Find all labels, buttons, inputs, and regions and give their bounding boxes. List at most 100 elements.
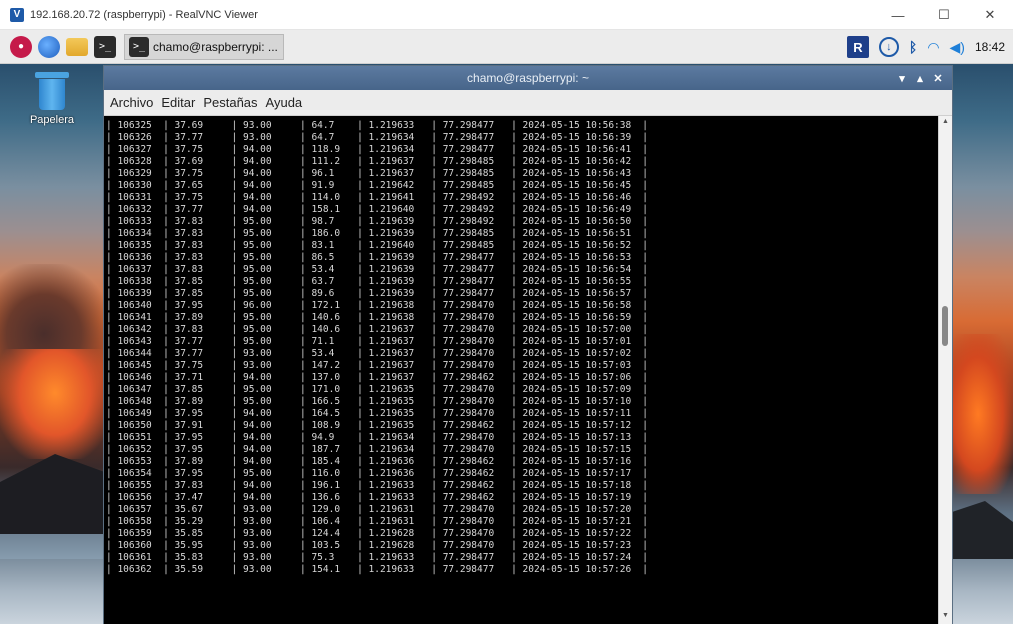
terminal-cell: 95.00 [242,324,272,335]
realvnc-server-icon[interactable]: R [846,36,869,58]
terminal-cell: 93.00 [242,552,272,563]
terminal-cell: 95.00 [242,312,272,323]
terminal-row: | 106325 | 37.69 | 93.00 | 64.7 | 1.2196… [106,120,648,131]
terminal-cell: 1.219636 [368,456,415,467]
close-button[interactable]: ✕ [967,0,1013,30]
scroll-up-arrow-icon[interactable]: ▲ [939,118,952,128]
menu-archivo[interactable]: Archivo [110,95,153,110]
terminal-row: | 106341 | 37.89 | 95.00 | 140.6 | 1.219… [106,312,648,323]
terminal-cell: 77.298485 [442,228,495,239]
terminal-row: | 106348 | 37.89 | 95.00 | 166.5 | 1.219… [106,396,648,407]
terminal-row: | 106359 | 35.85 | 93.00 | 124.4 | 1.219… [106,528,648,539]
terminal-cell: 94.00 [242,480,272,491]
terminal-row: | 106333 | 37.83 | 95.00 | 98.7 | 1.2196… [106,216,648,227]
wallpaper-mountain-right [943,501,1013,564]
minimize-button[interactable]: — [875,0,921,30]
terminal-cell: 186.0 [311,228,341,239]
terminal-cell: 1.219635 [368,408,415,419]
terminal-cell: 158.1 [311,204,341,215]
terminal-cell: 95.00 [242,228,272,239]
terminal-cell: 2024-05-15 10:57:06 [522,372,632,383]
terminal-cell: 63.7 [311,276,335,287]
menu-ayuda[interactable]: Ayuda [266,95,303,110]
terminal-cell: 106334 [117,228,152,239]
terminal-cell: 106342 [117,324,152,335]
terminal-cell: 64.7 [311,132,335,143]
terminal-cell: 37.47 [174,492,204,503]
terminal-cell: 106328 [117,156,152,167]
terminal-cell: 37.75 [174,360,204,371]
terminal-cell: 94.00 [242,444,272,455]
terminal-cell: 95.00 [242,288,272,299]
terminal-cell: 77.298470 [442,516,495,527]
maximize-button[interactable]: ☐ [921,0,967,30]
scrollbar-thumb[interactable] [942,306,948,346]
terminal-cell: 89.6 [311,288,335,299]
terminal-cell: 95.00 [242,384,272,395]
terminal-row: | 106344 | 37.77 | 93.00 | 53.4 | 1.2196… [106,348,648,359]
updates-icon[interactable]: ↓ [878,37,899,57]
terminal-row: | 106327 | 37.75 | 94.00 | 118.9 | 1.219… [106,144,648,155]
terminal-cell: 106355 [117,480,152,491]
terminal-cell: 1.219633 [368,492,415,503]
terminal-cell: 2024-05-15 10:57:17 [522,468,632,479]
terminal-close-button[interactable]: ✕ [930,72,946,85]
terminal-cell: 77.298485 [442,156,495,167]
terminal-cell: 77.298477 [442,288,495,299]
desktop-icon-trash[interactable]: Papelera [22,72,82,126]
terminal-cell: 77.298492 [442,216,495,227]
terminal-cell: 2024-05-15 10:57:19 [522,492,632,503]
terminal-cell: 37.89 [174,312,204,323]
menu-editar[interactable]: Editar [161,95,195,110]
terminal-launcher-icon[interactable]: >_ [94,35,116,58]
terminal-cell: 2024-05-15 10:57:15 [522,444,632,455]
terminal-cell: 37.75 [174,168,204,179]
terminal-cell: 2024-05-15 10:57:01 [522,336,632,347]
terminal-cell: 77.298485 [442,180,495,191]
scroll-down-arrow-icon[interactable]: ▼ [939,612,952,622]
web-browser-icon[interactable] [38,35,60,58]
terminal-cell: 37.83 [174,240,204,251]
terminal-cell: 37.83 [174,324,204,335]
terminal-cell: 106341 [117,312,152,323]
bluetooth-icon[interactable]: ᛒ [909,39,917,55]
taskbar-terminal-task[interactable]: >_ chamo@raspberrypi: ... [124,33,284,60]
terminal-row: | 106360 | 35.95 | 93.00 | 103.5 | 1.219… [106,540,648,551]
file-manager-icon[interactable] [66,37,88,56]
terminal-minimize-button[interactable]: ▾ [894,72,910,85]
terminal-cell: 106326 [117,132,152,143]
terminal-output[interactable]: | 106325 | 37.69 | 93.00 | 64.7 | 1.2196… [104,116,940,624]
menu-pestanas[interactable]: Pestañas [203,95,257,110]
terminal-maximize-button[interactable]: ▴ [912,72,928,85]
wifi-icon[interactable]: ◠ [927,39,939,56]
terminal-cell: 77.298462 [442,372,495,383]
terminal-cell: 37.69 [174,120,204,131]
terminal-cell: 2024-05-15 10:56:54 [522,264,632,275]
terminal-cell: 1.219634 [368,432,415,443]
volume-icon[interactable]: ◀) [950,39,965,56]
terminal-cell: 37.77 [174,132,204,143]
trash-icon [35,72,69,110]
terminal-cell: 2024-05-15 10:56:53 [522,252,632,263]
terminal-cell: 1.219639 [368,288,415,299]
terminal-titlebar[interactable]: chamo@raspberrypi: ~ ▾ ▴ ✕ [104,66,952,90]
raspberry-menu-icon[interactable]: ● [10,35,32,58]
terminal-cell: 118.9 [311,144,341,155]
terminal-cell: 37.85 [174,276,204,287]
terminal-cell: 37.83 [174,216,204,227]
terminal-cell: 2024-05-15 10:56:55 [522,276,632,287]
terminal-cell: 1.219635 [368,384,415,395]
terminal-cell: 93.00 [242,348,272,359]
terminal-cell: 93.00 [242,528,272,539]
terminal-cell: 1.219633 [368,564,415,575]
terminal-cell: 106362 [117,564,152,575]
terminal-cell: 77.298470 [442,360,495,371]
terminal-cell: 1.219638 [368,312,415,323]
terminal-scrollbar[interactable]: ▲ ▼ [938,116,952,624]
clock[interactable]: 18:42 [975,40,1005,54]
terminal-cell: 37.71 [174,372,204,383]
terminal-cell: 106351 [117,432,152,443]
realvnc-logo-icon: V [10,7,24,22]
terminal-cell: 1.219641 [368,192,415,203]
terminal-row: | 106347 | 37.85 | 95.00 | 171.0 | 1.219… [106,384,648,395]
